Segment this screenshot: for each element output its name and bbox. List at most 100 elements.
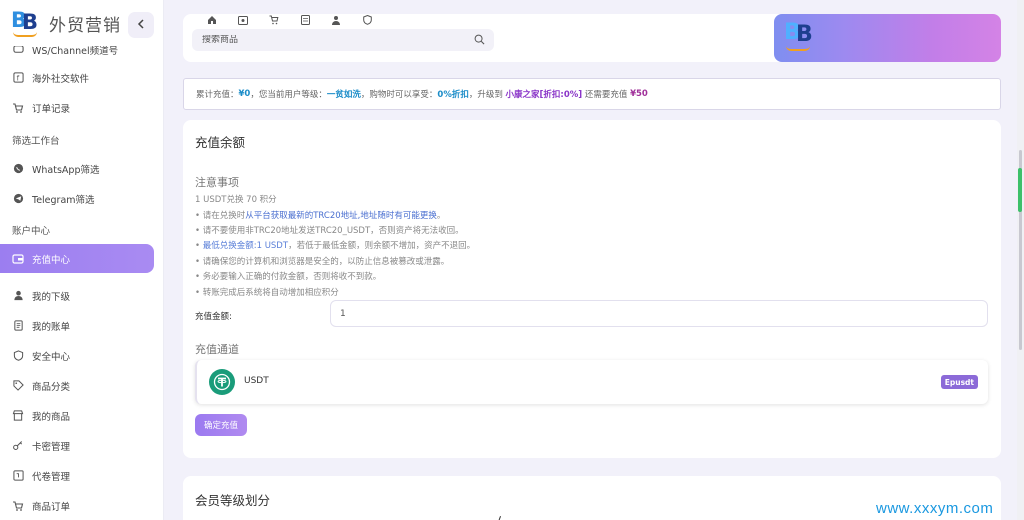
shield-icon bbox=[12, 350, 24, 362]
info-text: ，您当前用户等级： bbox=[250, 90, 327, 100]
watermark: www.xxxym.com bbox=[876, 500, 994, 517]
brand-name: 外贸营销 bbox=[49, 15, 121, 36]
tether-icon bbox=[209, 369, 235, 395]
amount-needed: ¥50 bbox=[630, 89, 648, 99]
note-text: • 请不要使用非TRC20地址发送TRC20_USDT，否则资产将无法收回。 bbox=[195, 226, 464, 236]
order-cart-icon bbox=[12, 500, 24, 512]
user-icon bbox=[12, 290, 24, 302]
note-text: • bbox=[195, 241, 203, 251]
note-item: • 转账完成后系统将自动增加相应积分 bbox=[195, 286, 339, 298]
whatsapp-icon bbox=[12, 163, 24, 175]
confirm-recharge-button[interactable]: 确定充值 bbox=[195, 414, 247, 436]
sidebar-item-security[interactable]: 安全中心 bbox=[0, 341, 154, 370]
sidebar-item-label: 我的账单 bbox=[32, 321, 71, 333]
note-item: • 请在兑换时从平台获取最新的TRC20地址,地址随时有可能更换。 bbox=[195, 209, 445, 221]
total-recharge: ¥0 bbox=[238, 89, 251, 99]
user-icon[interactable] bbox=[327, 14, 345, 26]
brand-logo: B B bbox=[11, 8, 41, 38]
sidebar-item-coupons[interactable]: 代卷管理 bbox=[0, 461, 154, 490]
section-account: 账户中心 bbox=[12, 226, 51, 237]
channel-name: USDT bbox=[244, 376, 269, 386]
sidebar-item-label: 充值中心 bbox=[32, 254, 71, 266]
sidebar-item-product-orders[interactable]: 商品订单 bbox=[0, 491, 154, 520]
search-input[interactable] bbox=[202, 35, 462, 45]
tag-icon bbox=[12, 380, 24, 392]
telegram-icon bbox=[12, 193, 24, 205]
notes-title: 注意事项 bbox=[195, 176, 239, 189]
document-icon[interactable] bbox=[296, 14, 314, 26]
membership-info-bar: 累计充值： ¥0 ，您当前用户等级： 一贫如洗 ，购物时可以享受： 0%折扣 ，… bbox=[183, 78, 1001, 110]
note-text: • 务必要输入正确的付款金额，否则将收不到款。 bbox=[195, 272, 382, 282]
sidebar-collapse-button[interactable] bbox=[128, 12, 154, 38]
info-text: 还需要充值 bbox=[582, 90, 631, 100]
recharge-title: 充值余额 bbox=[195, 135, 246, 150]
sidebar: WS/Channel频道号 f 海外社交软件 订单记录 筛选工作台 WhatsA… bbox=[0, 0, 164, 520]
sidebar-item-label: 我的下级 bbox=[32, 291, 71, 303]
scrollbar-thumb[interactable] bbox=[1018, 168, 1022, 212]
key-icon bbox=[12, 440, 24, 452]
channel-badge: Epusdt bbox=[940, 375, 978, 389]
sidebar-item-label: WhatsApp筛选 bbox=[32, 164, 100, 176]
ticket-icon bbox=[12, 470, 24, 482]
note-item: • 最低兑换金额:1 USDT，若低于最低金额，则余额不增加，资产不退回。 bbox=[195, 239, 475, 251]
info-text: 累计充值： bbox=[196, 90, 239, 100]
facebook-icon: f bbox=[12, 72, 24, 84]
note-highlight: 最低兑换金额:1 USDT bbox=[202, 241, 289, 251]
next-level: 小康之家[折扣:0%] bbox=[505, 90, 583, 100]
amount-input[interactable] bbox=[330, 300, 988, 327]
info-text: ，升级到 bbox=[468, 90, 506, 100]
sidebar-item-recharge-center[interactable]: 充值中心 bbox=[0, 244, 154, 273]
top-header: B B bbox=[183, 14, 1001, 62]
brand: B B 外贸营销 bbox=[0, 0, 163, 46]
sidebar-item-label: 商品分类 bbox=[32, 381, 71, 393]
home-icon[interactable] bbox=[203, 14, 221, 26]
sidebar-item-categories[interactable]: 商品分类 bbox=[0, 371, 154, 400]
note-text: 。 bbox=[436, 211, 446, 221]
chevron-left-icon bbox=[137, 17, 145, 33]
promo-banner[interactable]: B B bbox=[774, 14, 1001, 62]
sidebar-item-bills[interactable]: 我的账单 bbox=[0, 311, 154, 340]
sidebar-item-label: Telegram筛选 bbox=[32, 194, 95, 206]
member-level-title: 会员等级划分 bbox=[195, 493, 271, 508]
logo-letter: B bbox=[22, 10, 39, 34]
quick-nav bbox=[203, 14, 389, 26]
sidebar-item-label: 商品订单 bbox=[32, 501, 71, 513]
shield-icon[interactable] bbox=[358, 14, 376, 26]
store-icon bbox=[12, 410, 24, 422]
note-item: • 务必要输入正确的付款金额，否则将收不到款。 bbox=[195, 270, 381, 282]
image-icon[interactable] bbox=[234, 14, 252, 26]
note-text: • 转账完成后系统将自动增加相应积分 bbox=[195, 288, 339, 298]
sidebar-item-whatsapp-filter[interactable]: WhatsApp筛选 bbox=[0, 154, 154, 183]
note-item: • 请不要使用非TRC20地址发送TRC20_USDT，否则资产将无法收回。 bbox=[195, 224, 464, 236]
sidebar-item-label: 卡密管理 bbox=[32, 441, 71, 453]
bill-icon bbox=[12, 320, 24, 332]
sidebar-item-label: 订单记录 bbox=[32, 103, 71, 115]
sidebar-item-label: 代卷管理 bbox=[32, 471, 71, 483]
current-level: 一贫如洗 bbox=[326, 90, 361, 100]
note-text: • 请在兑换时 bbox=[195, 211, 246, 221]
note-text: ，若低于最低金额，则余额不增加，资产不退回。 bbox=[288, 241, 476, 251]
note-item: • 请确保您的计算机和浏览器是安全的，以防止信息被篡改或泄露。 bbox=[195, 255, 449, 267]
search-icon[interactable] bbox=[474, 34, 485, 48]
channel-title: 充值通道 bbox=[195, 343, 239, 356]
recharge-card: 充值余额 注意事项 1 USDT兑换 70 积分 • 请在兑换时从平台获取最新的… bbox=[183, 120, 1001, 458]
wallet-icon bbox=[12, 253, 24, 265]
banner-logo: B B bbox=[784, 20, 818, 54]
search-bar bbox=[192, 29, 494, 51]
info-text: ，购物时可以享受： bbox=[360, 90, 438, 100]
sidebar-item-telegram-filter[interactable]: Telegram筛选 bbox=[0, 184, 154, 213]
amount-label: 充值金额: bbox=[195, 312, 232, 322]
note-highlight: 从平台获取最新的TRC20地址,地址随时有可能更换 bbox=[245, 211, 437, 221]
sidebar-item-social-apps[interactable]: f 海外社交软件 bbox=[0, 63, 154, 92]
note-text: • 请确保您的计算机和浏览器是安全的，以防止信息被篡改或泄露。 bbox=[195, 257, 450, 267]
payment-channel-usdt[interactable]: USDT Epusdt bbox=[195, 360, 988, 404]
svg-text:f: f bbox=[16, 74, 19, 83]
logo-letter: B bbox=[796, 22, 813, 47]
sidebar-item-subordinates[interactable]: 我的下级 bbox=[0, 281, 154, 310]
sidebar-item-label: 安全中心 bbox=[32, 351, 71, 363]
sidebar-item-card-keys[interactable]: 卡密管理 bbox=[0, 431, 154, 460]
sidebar-item-label: 海外社交软件 bbox=[32, 73, 90, 85]
cart-icon[interactable] bbox=[265, 14, 283, 26]
sidebar-item-orders[interactable]: 订单记录 bbox=[0, 93, 154, 122]
sidebar-item-my-products[interactable]: 我的商品 bbox=[0, 401, 154, 430]
